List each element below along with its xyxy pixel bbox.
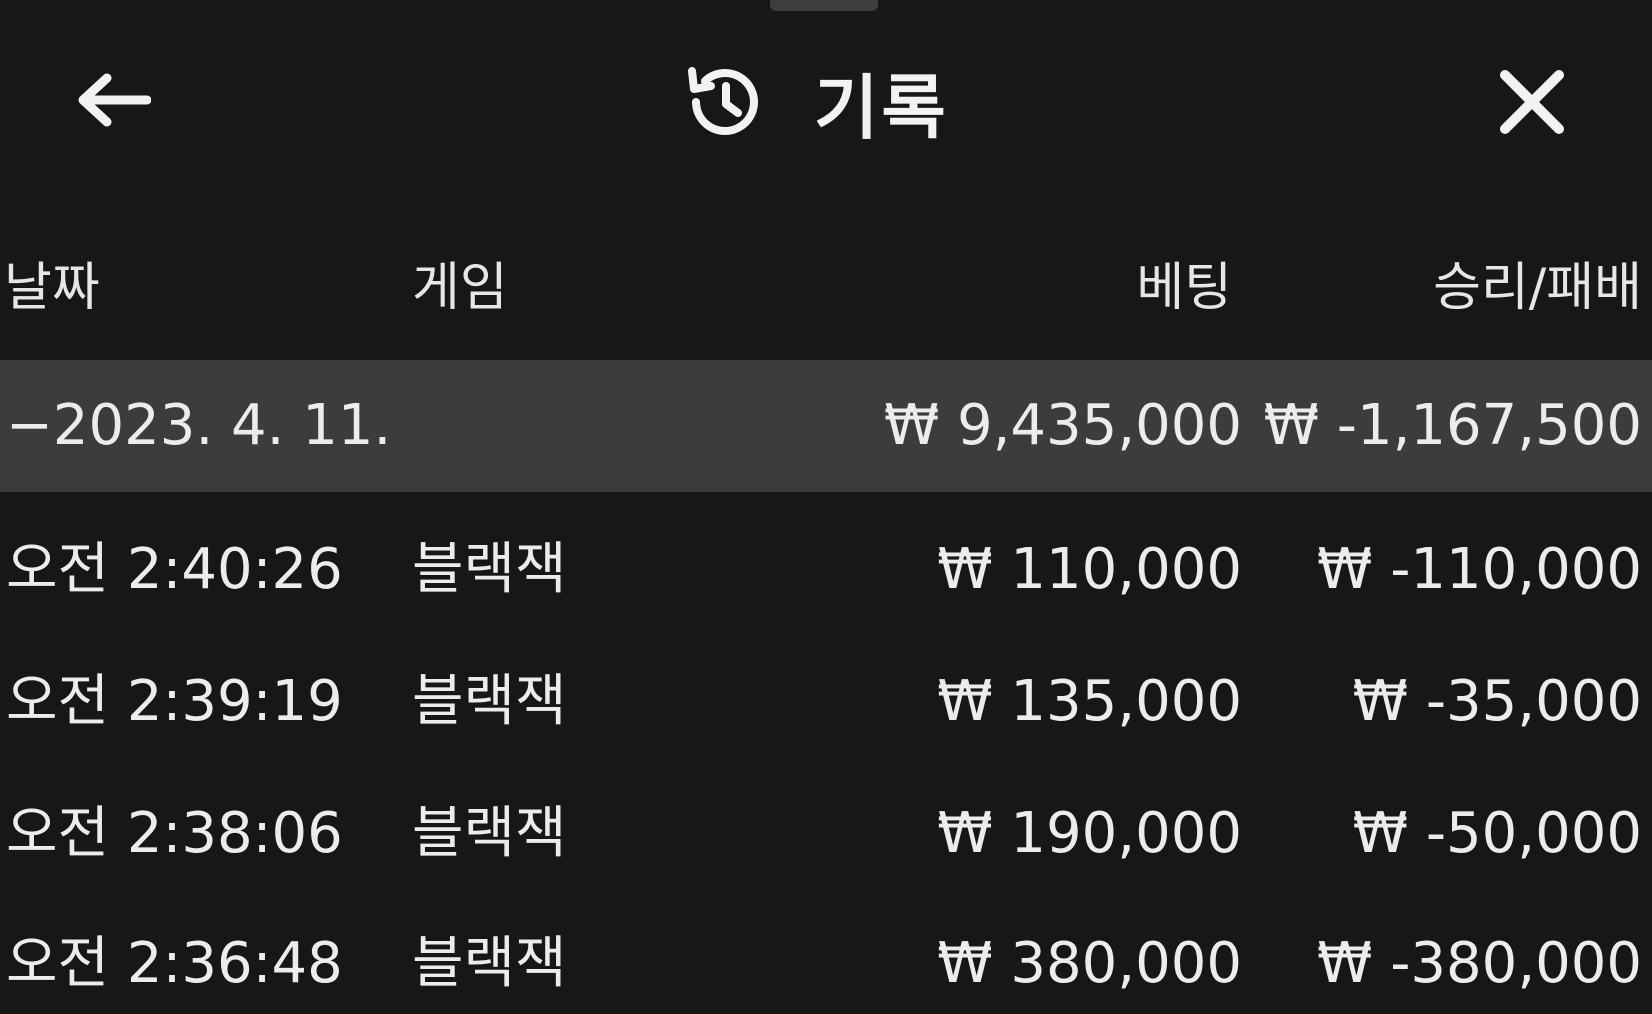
row-time: 오전 2:38:06 xyxy=(6,801,343,866)
summary-bet-total: ₩ 9,435,000 xyxy=(883,393,1242,458)
row-game: 블랙잭 xyxy=(412,669,567,734)
column-header-game: 게임 xyxy=(412,258,508,318)
close-button[interactable] xyxy=(1490,60,1574,144)
row-bet: ₩ 110,000 xyxy=(937,537,1242,602)
row-bet: ₩ 380,000 xyxy=(937,931,1242,996)
column-header-result: 승리/패배 xyxy=(1433,258,1642,318)
column-header-bet: 베팅 xyxy=(1136,258,1232,318)
summary-result-total: ₩ -1,167,500 xyxy=(1263,393,1642,458)
row-time: 오전 2:36:48 xyxy=(6,931,343,996)
table-row[interactable]: 오전 2:40:26 블랙잭 ₩ 110,000 ₩ -110,000 xyxy=(0,504,1652,636)
page-title: 기록 xyxy=(814,66,949,149)
table-row[interactable]: 오전 2:39:19 블랙잭 ₩ 135,000 ₩ -35,000 xyxy=(0,636,1652,768)
back-button[interactable] xyxy=(68,64,158,136)
close-icon xyxy=(1500,70,1564,134)
history-panel: 기록 날짜 게임 베팅 승리/패배 −2023. 4. 11. ₩ 9,435,… xyxy=(0,0,1652,1014)
date-summary-row[interactable]: −2023. 4. 11. ₩ 9,435,000 ₩ -1,167,500 xyxy=(0,360,1652,492)
header: 기록 xyxy=(0,40,1652,160)
row-time: 오전 2:39:19 xyxy=(6,669,343,734)
row-result: ₩ -50,000 xyxy=(1352,801,1642,866)
row-result: ₩ -380,000 xyxy=(1317,931,1642,996)
history-icon xyxy=(688,67,758,135)
row-game: 블랙잭 xyxy=(412,537,567,602)
drag-handle[interactable] xyxy=(770,0,878,11)
row-result: ₩ -35,000 xyxy=(1352,669,1642,734)
table-row[interactable]: 오전 2:36:48 블랙잭 ₩ 380,000 ₩ -380,000 xyxy=(0,898,1652,1014)
row-result: ₩ -110,000 xyxy=(1317,537,1642,602)
row-bet: ₩ 135,000 xyxy=(937,669,1242,734)
row-game: 블랙잭 xyxy=(412,931,567,996)
summary-date: −2023. 4. 11. xyxy=(6,393,392,458)
table-row[interactable]: 오전 2:38:06 블랙잭 ₩ 190,000 ₩ -50,000 xyxy=(0,768,1652,900)
row-bet: ₩ 190,000 xyxy=(937,801,1242,866)
arrow-left-icon xyxy=(78,73,151,127)
column-header-date: 날짜 xyxy=(4,258,100,318)
title-group: 기록 xyxy=(680,54,949,150)
row-time: 오전 2:40:26 xyxy=(6,537,343,602)
row-game: 블랙잭 xyxy=(412,801,567,866)
